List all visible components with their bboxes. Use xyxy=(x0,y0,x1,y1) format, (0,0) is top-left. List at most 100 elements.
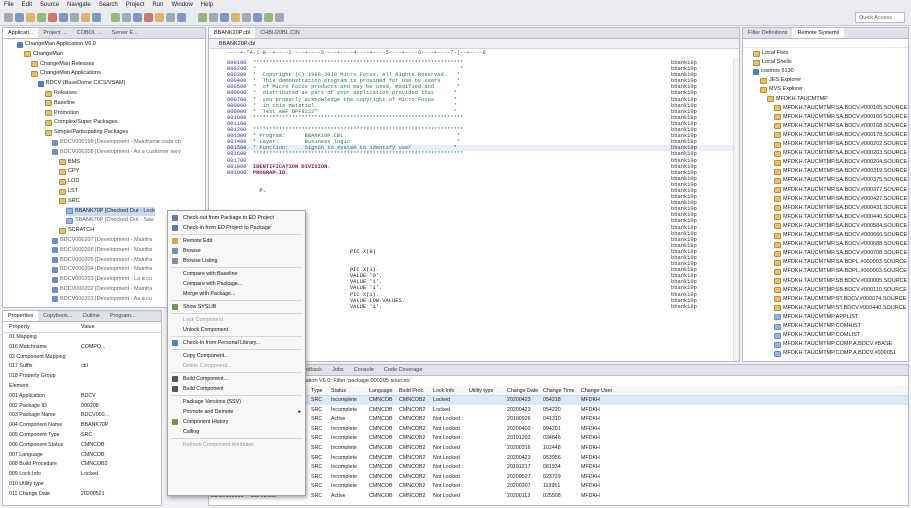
menu-help[interactable]: Help xyxy=(201,2,213,8)
tab-applicati[interactable]: Applicati... xyxy=(3,28,39,38)
menu-run[interactable]: Run xyxy=(152,2,163,8)
menu-item-package-versions-ssv[interactable]: Package Versions (SSV) xyxy=(168,397,305,407)
table-row[interactable]: SRC Incomplete CMNCOB CMNCOB2 Not Locked 2019… xyxy=(209,463,908,472)
property-row[interactable]: 003 Package Name BDCV000... xyxy=(3,412,161,420)
toolbar-tool-icon[interactable] xyxy=(81,13,90,22)
tree-item[interactable]: BDCV000203 [Development - La a cu xyxy=(52,275,152,284)
remote-item[interactable]: MFDKH.TAUCMTMP.SA.BDCV.#000178.SOURCE xyxy=(774,131,907,140)
remote-item[interactable]: MFDKH.TAUCMTMP.COMP.A.BDCV.#000051 xyxy=(774,349,896,358)
menu-item-compare-with-package[interactable]: Compare with Package... xyxy=(168,279,305,289)
toolbar-tool-icon[interactable] xyxy=(242,13,251,22)
tree-item[interactable]: LOD xyxy=(59,177,79,186)
property-row[interactable]: 002 Package ID 000208 xyxy=(3,403,161,411)
menu-item-component-history[interactable]: Component History xyxy=(168,417,305,427)
tree-item[interactable]: ChangeMan xyxy=(24,50,63,59)
toolbar-tool-icon[interactable] xyxy=(144,13,153,22)
menu-item-check-out-from-package-to-ed-project[interactable]: Check-out from Package to ED Project xyxy=(168,213,305,223)
remote-item[interactable]: MFDKH.TAUCMTMP.SA.BDCV.#000431.SOURCE xyxy=(774,204,907,213)
tab-bbank20p-cbl[interactable]: BBANK20P.cbl xyxy=(209,28,256,38)
tab-code-coverage[interactable]: Code Coverage xyxy=(379,365,428,375)
tree-item[interactable]: BDCV000208 [Development - As a customer … xyxy=(52,148,181,157)
property-row[interactable]: 010 Utility type xyxy=(3,481,161,489)
remote-item[interactable]: MFDKH.TAUCMTMP.SB.BDCV.#000005.SOURCE xyxy=(774,277,907,286)
editor-scrollbar[interactable] xyxy=(733,58,739,361)
toolbar-tool-icon[interactable] xyxy=(209,13,218,22)
remote-item[interactable]: MFDKH.TAUCMTMP.SA.BDCV.#000203.SOURCE xyxy=(774,149,907,158)
toolbar-tool-icon[interactable] xyxy=(275,13,284,22)
tree-item[interactable]: SBANK70P [Checked Out - Saw xyxy=(66,216,154,225)
toolbar-tool-icon[interactable] xyxy=(253,13,262,22)
remote-item[interactable]: MFDKH.TAUCMTMP.SA.BDCV.#000708.SOURCE xyxy=(774,249,907,258)
tree-item[interactable]: CPY xyxy=(59,167,79,176)
toolbar-tool-icon[interactable] xyxy=(155,13,164,22)
toolbar-tool-icon[interactable] xyxy=(48,13,57,22)
remote-item[interactable]: MFDKH.TAUCMTMP.SA.BDPL.#000003.SOURCE xyxy=(774,267,907,276)
remote-item[interactable]: JES Explorer xyxy=(760,76,801,85)
tab-project[interactable]: Project ... xyxy=(38,28,71,38)
tree-item[interactable]: ChangeMan Applications xyxy=(31,69,101,78)
property-row[interactable]: 017 Suffix cbl xyxy=(3,363,161,371)
column-header[interactable]: Type xyxy=(311,386,322,396)
menu-search[interactable]: Search xyxy=(99,2,118,8)
toolbar-tool-icon[interactable] xyxy=(198,13,207,22)
tab-filter-definitions[interactable]: Filter Definitions xyxy=(743,28,792,38)
menu-item-build-component[interactable]: Build Component... xyxy=(168,374,305,384)
remote-item[interactable]: MFDKH.TAUCMTMP.SA.BDCV.#000168.SOURCE xyxy=(774,122,907,131)
menu-item-unlock-component[interactable]: Unlock Component xyxy=(168,325,305,335)
tab-chbu20bl-cin[interactable]: CHBU20BL.CIN xyxy=(255,28,304,38)
remote-item[interactable]: MFDKH.TAUCMTMP.SA.BDCV.#000688.SOURCE xyxy=(774,240,907,249)
remote-item[interactable]: MFDKH.TAUCMTMP.SA.BDCV.#000204.SOURCE xyxy=(774,158,907,167)
table-row[interactable]: SRC Incomplete CMNCOB CMNCOB2 Not Locked 2020… xyxy=(209,425,908,434)
tree-item[interactable]: BDCV000204 [Development - Mainfra xyxy=(52,265,152,274)
tree-item[interactable]: SRC xyxy=(59,197,80,206)
column-header[interactable]: Build Proc. xyxy=(399,386,425,396)
property-row[interactable]: 011 Change Date 20200521 xyxy=(3,491,161,499)
remote-item[interactable]: cosmos 6130 xyxy=(753,67,794,76)
column-header[interactable]: Utility type xyxy=(469,386,493,396)
remote-item[interactable]: MFDKH.TAUCMTMP.SB.BDCV.#000110.SOURCE xyxy=(774,286,907,295)
tab-server-e[interactable]: Server E... xyxy=(107,28,143,38)
tab-console[interactable]: Console xyxy=(349,365,379,375)
tree-item[interactable]: SCRATCH xyxy=(59,226,94,235)
toolbar-tool-icon[interactable] xyxy=(231,13,240,22)
remote-item[interactable]: MFDKH.TAUCMTMP xyxy=(767,95,828,104)
menu-item-merge-with-package[interactable]: Merge with Package... xyxy=(168,289,305,299)
menu-item-build-component[interactable]: Build Component xyxy=(168,384,305,394)
toolbar-tool-icon[interactable] xyxy=(26,13,35,22)
menu-navigate[interactable]: Navigate xyxy=(67,2,91,8)
tree-item[interactable]: BBANK70P [Checked Out - Lock xyxy=(66,206,155,216)
tree-item[interactable]: Promotion xyxy=(45,109,79,118)
tab-remote-systems[interactable]: Remote Systems xyxy=(792,28,845,38)
tree-item[interactable]: ChangeMan Releases xyxy=(31,60,94,69)
remote-item[interactable]: MVS Explorer xyxy=(760,85,803,94)
tab-outline[interactable]: Outline xyxy=(77,311,104,321)
editor-inner-tab[interactable]: BBANK20P.cbl xyxy=(209,39,739,49)
toolbar-tool-icon[interactable] xyxy=(133,13,142,22)
menu-source[interactable]: Source xyxy=(40,2,59,8)
property-row[interactable]: 007 Language CMNCOB xyxy=(3,452,161,460)
column-header[interactable]: Change User xyxy=(581,386,612,396)
property-row[interactable]: 001 Application BDCV xyxy=(3,393,161,401)
property-row[interactable]: 018 Property Group xyxy=(3,373,161,381)
remote-item[interactable]: MFDKH.TAUCMTMP.COMHIST xyxy=(774,322,861,331)
column-header[interactable]: Change Time xyxy=(543,386,575,396)
tab-properties[interactable]: Properties xyxy=(3,311,39,321)
tree-item[interactable]: Complex/Super Packages xyxy=(45,118,118,127)
toolbar-tool-icon[interactable] xyxy=(177,13,186,22)
column-header[interactable]: Status xyxy=(331,386,346,396)
column-header[interactable]: Change Date xyxy=(507,386,538,396)
tab-program[interactable]: Program... xyxy=(105,311,141,321)
property-row[interactable]: 006 Component Status CMNCOB xyxy=(3,442,161,450)
property-row[interactable]: 02 Component Mapping xyxy=(3,354,161,362)
tree-item[interactable]: BDCV000206 [Development - Mainfra xyxy=(52,246,152,255)
remote-item[interactable]: MFDKH.TAUCMTMP.SA.BDCV.#000427.SOURCE xyxy=(774,195,907,204)
toolbar-tool-icon[interactable] xyxy=(92,13,101,22)
tree-item[interactable]: Simple/Participating Packages xyxy=(45,128,128,137)
menu-item-remote-edit[interactable]: Remote Edit xyxy=(168,236,305,246)
tab-cobol[interactable]: COBOL ... xyxy=(72,28,107,38)
remote-item[interactable]: MFDKH.TAUCMTMP.ST.BDCV.#000074.SOURCE xyxy=(774,295,906,304)
remote-item[interactable]: MFDKH.TAUCMTMP.SA.BDCV.#000584.SOURCE xyxy=(774,222,907,231)
tree-item[interactable]: BDCV000199 [Development - Mainframe code… xyxy=(52,138,181,147)
table-row[interactable]: SRC Incomplete CMNCOB CMNCOB2 Locked 20200423… xyxy=(209,396,908,405)
table-row[interactable]: SRC Incomplete CMNCOB CMNCOB2 Locked 20200423… xyxy=(209,406,908,415)
